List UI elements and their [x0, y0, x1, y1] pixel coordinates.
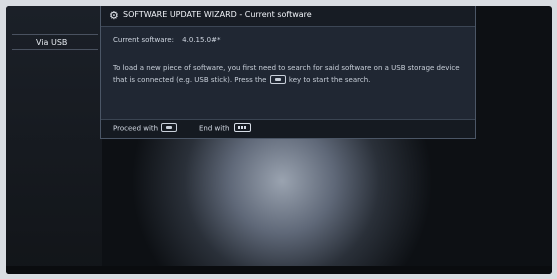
proceed-label: Proceed with	[113, 124, 159, 133]
sidebar-item-label: Via USB	[36, 38, 68, 47]
dialog-title: SOFTWARE UPDATE WIZARD - Current softwar…	[123, 10, 312, 19]
software-update-dialog: ⚙ SOFTWARE UPDATE WIZARD - Current softw…	[100, 6, 476, 139]
instruction-text: To load a new piece of software, you fir…	[113, 62, 463, 86]
sidebar-item-via-usb[interactable]: Via USB	[12, 34, 98, 50]
ok-key-icon	[269, 74, 286, 84]
dialog-titlebar: ⚙ SOFTWARE UPDATE WIZARD - Current softw…	[101, 6, 475, 27]
ok-key-icon	[161, 123, 178, 132]
bottom-bar	[6, 266, 552, 274]
end-label: End with	[199, 124, 230, 133]
instruction-text-part1: To load a new piece of software, you fir…	[113, 64, 460, 84]
dialog-footer: Proceed with End with	[101, 119, 475, 138]
gear-icon: ⚙	[109, 9, 119, 22]
proceed-button[interactable]: Proceed with	[113, 123, 178, 133]
current-software-row: Current software: 4.0.15.0#*	[113, 36, 220, 44]
tv-screen: Via USB ⚙ SOFTWARE UPDATE WIZARD - Curre…	[6, 6, 552, 274]
instruction-text-part2: key to start the search.	[288, 76, 371, 84]
end-button[interactable]: End with	[199, 123, 251, 133]
sidebar: Via USB	[6, 6, 102, 274]
exit-key-icon	[233, 123, 251, 132]
current-software-value: 4.0.15.0#*	[182, 36, 221, 44]
current-software-label: Current software:	[113, 36, 174, 44]
